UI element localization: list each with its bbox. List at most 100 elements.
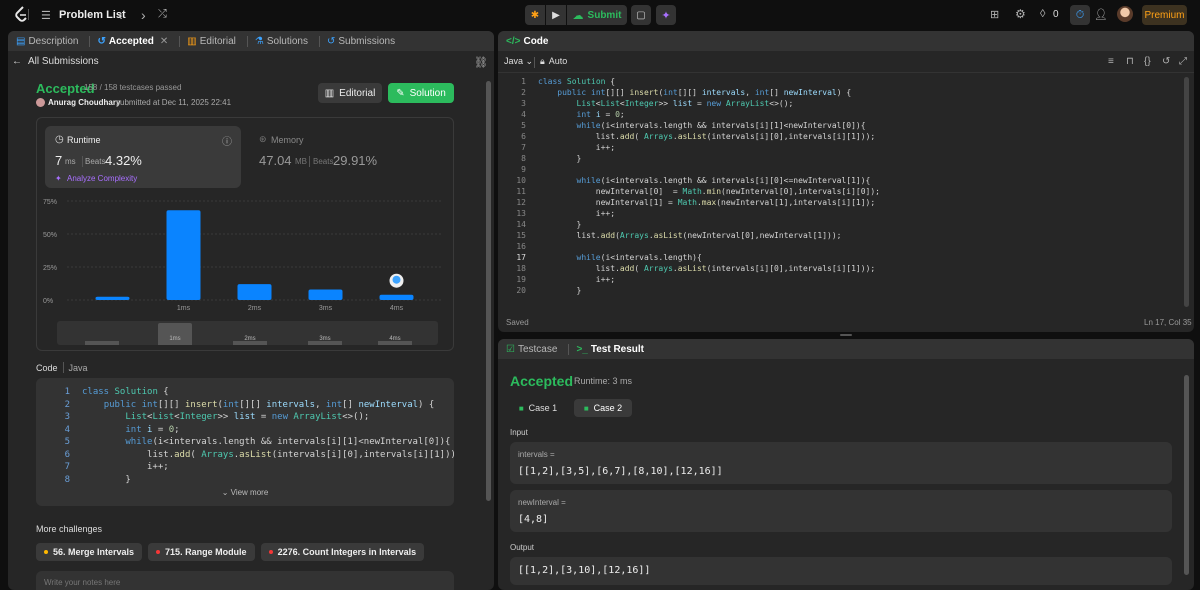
bookmark-icon[interactable]: ⊓ bbox=[1126, 56, 1134, 67]
code-lines: 1 class Solution {2 public int[][] insert… bbox=[48, 386, 454, 486]
x-tick-label: 2ms bbox=[248, 305, 262, 312]
code-text: } bbox=[538, 154, 582, 163]
line-number: 3 bbox=[521, 99, 526, 108]
book-icon: ▥ bbox=[187, 35, 197, 47]
editor-code-lines[interactable]: 1 class Solution {2 public int[][] insert… bbox=[504, 76, 880, 296]
challenge-chip[interactable]: 2276. Count Integers in Intervals bbox=[260, 543, 425, 561]
line-number: 7 bbox=[521, 143, 526, 152]
share-link-icon[interactable]: ⛓ bbox=[474, 56, 488, 69]
case-1-tab[interactable]: ■ Case 1 bbox=[512, 399, 564, 417]
close-icon[interactable]: ✕ bbox=[160, 36, 168, 47]
x-tick-label: 4ms bbox=[390, 305, 404, 312]
code-line: 7 i++; bbox=[504, 142, 880, 153]
difficulty-dot-icon bbox=[156, 550, 161, 554]
next-problem-icon[interactable]: › bbox=[141, 7, 146, 23]
streak-flame-icon[interactable]: ◊ bbox=[1040, 8, 1045, 20]
code-text: newInterval[1] = Math.max(newInterval[1]… bbox=[538, 198, 876, 207]
view-more-link[interactable]: ⌄ View more bbox=[36, 488, 454, 497]
tab-accepted[interactable]: ↺ Accepted ✕ bbox=[97, 36, 168, 47]
document-icon: ▤ bbox=[16, 35, 26, 47]
panel-resize-handle[interactable] bbox=[840, 334, 852, 336]
challenge-chip[interactable]: 56. Merge Intervals bbox=[36, 543, 143, 561]
submitter-name[interactable]: Anurag Choudhary bbox=[48, 98, 120, 107]
tab-code[interactable]: </> Code bbox=[506, 36, 548, 47]
editorial-button[interactable]: ▥ Editorial bbox=[318, 83, 382, 103]
case-2-tab[interactable]: ■ Case 2 bbox=[574, 399, 632, 417]
terminal-icon: >_ bbox=[576, 343, 588, 355]
navigator-label: 4ms bbox=[389, 336, 400, 342]
left-panel: ▤ Description ↺ Accepted ✕ ▥ Editorial ⚗ Solu… bbox=[8, 31, 494, 590]
code-text: int i = 0; bbox=[576, 110, 625, 119]
fullscreen-icon[interactable]: ⤢ bbox=[1179, 56, 1187, 67]
left-scrollbar[interactable] bbox=[486, 81, 491, 501]
tab-test-result[interactable]: >_ Test Result bbox=[576, 344, 644, 355]
editor-scrollbar[interactable] bbox=[1184, 77, 1189, 307]
shuffle-icon[interactable]: ⤮ bbox=[158, 8, 167, 21]
bar bbox=[166, 210, 201, 300]
navigator-label: 2ms bbox=[244, 336, 255, 342]
line-number: 3 bbox=[64, 412, 70, 422]
x-tick-label: 3ms bbox=[319, 305, 333, 312]
settings-gear-icon[interactable]: ⚙ bbox=[1015, 7, 1026, 21]
bar bbox=[237, 284, 272, 300]
language-select[interactable]: Java ⌄ bbox=[504, 56, 533, 67]
tab-description[interactable]: ▤ Description bbox=[16, 36, 78, 47]
solution-button[interactable]: ✎ Solution bbox=[388, 83, 454, 103]
code-line: 4 int i = 0; bbox=[48, 424, 454, 437]
line-number: 4 bbox=[64, 424, 70, 435]
code-line: 17 while(i<intervals.length){ bbox=[504, 252, 880, 263]
test-result-panel: ☑ Testcase >_ Test Result Accepted Runtime… bbox=[498, 339, 1194, 590]
code-line: 10 while(i<intervals.length && intervals… bbox=[504, 175, 880, 186]
stopwatch-icon: ⏱ bbox=[1075, 8, 1085, 21]
tab-submissions[interactable]: ↺ Submissions bbox=[327, 36, 395, 47]
auto-mode-toggle[interactable]: 🔒︎ Auto bbox=[540, 56, 567, 67]
code-text: i++; bbox=[538, 143, 616, 152]
y-tick-label: 0% bbox=[43, 298, 53, 305]
timer-button[interactable]: ⏱ bbox=[1070, 5, 1090, 25]
code-line: 5 while(i<intervals.length && intervals[… bbox=[48, 436, 454, 449]
challenge-chip[interactable]: 715. Range Module bbox=[148, 543, 255, 561]
tab-editorial[interactable]: ▥ Editorial bbox=[187, 36, 236, 47]
submitted-code-block[interactable]: 1 class Solution {2 public int[][] insert… bbox=[36, 378, 454, 506]
problem-list-link[interactable]: Problem List bbox=[59, 9, 126, 21]
line-number: 9 bbox=[521, 165, 526, 174]
code-editor-panel: </> Code Java ⌄ 🔒︎ Auto ≡ ⊓ {} ↺ ⤢ 1 class … bbox=[498, 31, 1194, 332]
submit-button[interactable]: ☁ Submit bbox=[567, 5, 627, 25]
ai-assistant-button[interactable]: ✦ bbox=[656, 5, 676, 25]
stats-card: ◷ Runtime ⓘ 7 ms Beats 4.32% ✦ Analyze C… bbox=[36, 117, 454, 351]
line-number: 14 bbox=[516, 220, 526, 229]
all-submissions-link[interactable]: ← All Submissions bbox=[12, 56, 99, 67]
line-number: 10 bbox=[516, 176, 526, 185]
reset-icon[interactable]: ↺ bbox=[1162, 56, 1170, 67]
leetcode-logo-icon[interactable] bbox=[14, 6, 28, 24]
line-number: 1 bbox=[521, 77, 526, 86]
line-number: 6 bbox=[521, 132, 526, 141]
braces-icon[interactable]: {} bbox=[1144, 56, 1151, 67]
code-text: i++; bbox=[538, 275, 616, 284]
tab-testcase[interactable]: ☑ Testcase bbox=[506, 344, 557, 355]
format-icon[interactable]: ≡ bbox=[1108, 56, 1114, 67]
code-text: newInterval[0] = Math.min(newInterval[0]… bbox=[538, 187, 880, 196]
line-number: 13 bbox=[516, 209, 526, 218]
add-user-icon[interactable]: 👤︎ bbox=[1094, 8, 1108, 21]
premium-button[interactable]: Premium bbox=[1142, 5, 1187, 25]
notes-input[interactable]: Write your notes here bbox=[36, 571, 454, 590]
result-scrollbar[interactable] bbox=[1184, 375, 1189, 575]
line-number: 8 bbox=[64, 474, 70, 485]
pass-dot-icon: ■ bbox=[583, 403, 589, 413]
code-line: 13 i++; bbox=[504, 208, 880, 219]
code-text: list.add( Arrays.asList(intervals[i][0],… bbox=[538, 264, 876, 273]
list-icon[interactable]: ☰ bbox=[41, 9, 51, 22]
run-button[interactable]: ▶ bbox=[546, 5, 566, 25]
prev-problem-icon[interactable]: ‹ bbox=[118, 7, 123, 23]
avatar[interactable] bbox=[1117, 6, 1133, 22]
code-line: 4 int i = 0; bbox=[504, 109, 880, 120]
layout-grid-icon[interactable]: ⊞ bbox=[990, 8, 999, 21]
debug-button[interactable]: ✱ bbox=[525, 5, 545, 25]
runtime-distribution-chart[interactable]: 75% 50% 25% 0% 1ms 2ms 3ms 4ms 1ms 2ms 3ms 4ms bbox=[37, 118, 455, 350]
tab-solutions[interactable]: ⚗ Solutions bbox=[255, 36, 308, 47]
notes-button[interactable]: ▢ bbox=[631, 5, 651, 25]
code-line: 8 } bbox=[504, 153, 880, 164]
editor-tab-bar: </> Code bbox=[498, 31, 1194, 51]
line-number: 6 bbox=[64, 449, 70, 460]
